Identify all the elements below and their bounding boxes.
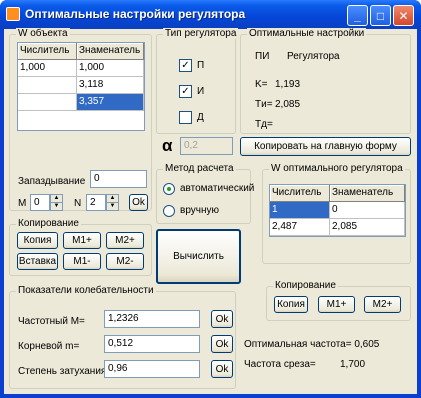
cutoff-frequency-value: 1,700 bbox=[340, 359, 366, 370]
copy-button-2[interactable]: Копия bbox=[274, 296, 308, 313]
copy-group-2-label: Копирование bbox=[273, 280, 338, 291]
app-icon bbox=[6, 7, 20, 21]
i-checkbox[interactable]: ✓ bbox=[179, 85, 192, 98]
copy-group-label: Копирование bbox=[16, 218, 81, 229]
pi-label: ПИ bbox=[255, 51, 270, 62]
grid-cell[interactable]: 3,118 bbox=[77, 77, 144, 94]
main-window: Оптимальные настройки регулятора _ □ ✕ W… bbox=[0, 0, 421, 398]
window-title: Оптимальные настройки регулятора bbox=[25, 7, 246, 21]
damping-ok-button[interactable]: Ok bbox=[211, 360, 233, 378]
manual-radio[interactable] bbox=[163, 205, 175, 217]
method-group: Метод расчета автоматический вручную bbox=[156, 163, 254, 224]
optimal-settings-group: Оптимальные настройки ПИ Регулятора K= 1… bbox=[240, 28, 411, 134]
k-label: K= bbox=[255, 79, 268, 90]
w-object-label: W объекта bbox=[16, 28, 70, 39]
spin-down-icon[interactable]: ▼ bbox=[51, 203, 62, 211]
grid-header-numerator: Числитель bbox=[270, 185, 330, 202]
i-label: И bbox=[197, 86, 205, 97]
grid-cell[interactable]: 2,085 bbox=[330, 219, 405, 236]
k-value: 1,193 bbox=[275, 79, 301, 90]
cutoff-frequency-label: Частота среза= bbox=[244, 359, 316, 370]
copy-to-main-button[interactable]: Копировать на главную форму bbox=[240, 137, 411, 156]
ti-value: 2,085 bbox=[275, 99, 301, 110]
delay-ok-button[interactable]: Ok bbox=[129, 194, 148, 211]
root-label: Корневой m= bbox=[18, 341, 80, 352]
n-label: N bbox=[74, 198, 82, 209]
m-label: M bbox=[18, 198, 27, 209]
optimal-frequency-text: Оптимальная частота= 0,605 bbox=[244, 339, 380, 350]
w-object-grid[interactable]: Числитель Знаменатель 1,000 1,000 3,118 … bbox=[17, 42, 145, 131]
p-label: П bbox=[197, 60, 205, 71]
grid-cell-selected[interactable]: 3,357 bbox=[77, 94, 144, 111]
p-checkbox[interactable]: ✓ bbox=[179, 59, 192, 72]
freq-label: Частотный M= bbox=[18, 316, 85, 327]
freq-ok-button[interactable]: Ok bbox=[211, 310, 233, 328]
auto-radio[interactable] bbox=[163, 183, 175, 195]
method-label: Метод расчета bbox=[163, 163, 236, 174]
grid-cell[interactable]: 0 bbox=[330, 202, 405, 219]
grid-cell[interactable]: 2,487 bbox=[270, 219, 330, 236]
grid-header-denominator: Знаменатель bbox=[330, 185, 405, 202]
grid-cell[interactable] bbox=[18, 94, 77, 111]
client-area: W объекта Числитель Знаменатель 1,000 1,… bbox=[4, 28, 417, 394]
grid-cell[interactable]: 1,000 bbox=[77, 60, 144, 77]
d-label: Д bbox=[197, 112, 204, 123]
oscillation-label: Показатели колебательности bbox=[16, 285, 156, 296]
m2-minus-button[interactable]: M2- bbox=[106, 253, 144, 270]
delay-label: Запаздывание bbox=[18, 176, 86, 187]
minimize-button[interactable]: _ bbox=[347, 5, 368, 26]
ti-label: Tи= bbox=[255, 99, 273, 110]
m1-minus-button[interactable]: M1- bbox=[63, 253, 101, 270]
root-input[interactable]: 0,512 bbox=[104, 335, 200, 353]
m1-plus-button[interactable]: M1+ bbox=[63, 232, 101, 249]
paste-button[interactable]: Вставка bbox=[17, 253, 58, 270]
m-spinner[interactable]: ▲ ▼ bbox=[50, 194, 63, 211]
spin-up-icon[interactable]: ▲ bbox=[107, 195, 118, 203]
damping-input[interactable]: 0,96 bbox=[104, 360, 200, 378]
m1-plus-button-2[interactable]: M1+ bbox=[318, 296, 355, 313]
td-label: Tд= bbox=[255, 119, 273, 130]
grid-header-numerator: Числитель bbox=[18, 43, 77, 60]
w-object-group: W объекта Числитель Знаменатель 1,000 1,… bbox=[9, 28, 152, 211]
alpha-input[interactable]: 0,2 bbox=[180, 137, 233, 155]
regulator-label: Регулятора bbox=[287, 51, 340, 62]
delay-input[interactable]: 0 bbox=[90, 170, 147, 188]
copy-group-2: Копирование Копия M1+ M2+ bbox=[266, 280, 411, 321]
manual-label[interactable]: вручную bbox=[180, 205, 219, 216]
m-input[interactable]: 0 bbox=[30, 194, 50, 211]
w-optimal-grid[interactable]: Числитель Знаменатель 1 0 2,487 2,085 bbox=[269, 184, 406, 237]
maximize-button[interactable]: □ bbox=[370, 5, 391, 26]
title-bar[interactable]: Оптимальные настройки регулятора _ □ ✕ bbox=[0, 0, 421, 29]
w-optimal-group: W оптимального регулятора Числитель Знам… bbox=[262, 163, 411, 264]
grid-cell[interactable]: 1,000 bbox=[18, 60, 77, 77]
grid-header-denominator: Знаменатель bbox=[77, 43, 144, 60]
alpha-symbol: α bbox=[162, 136, 173, 155]
regulator-type-group: Тип регулятора ✓ П ✓ И Д bbox=[156, 28, 239, 134]
calculate-button[interactable]: Вычислить bbox=[156, 229, 241, 284]
n-input[interactable]: 2 bbox=[86, 194, 106, 211]
auto-label[interactable]: автоматический bbox=[180, 183, 254, 194]
m2-plus-button[interactable]: M2+ bbox=[106, 232, 144, 249]
grid-cell[interactable] bbox=[18, 77, 77, 94]
close-button[interactable]: ✕ bbox=[393, 5, 414, 26]
oscillation-group: Показатели колебательности Частотный M= … bbox=[9, 285, 236, 389]
regulator-type-label: Тип регулятора bbox=[163, 28, 239, 39]
grid-cell-selected[interactable]: 1 bbox=[270, 202, 330, 219]
optimal-settings-label: Оптимальные настройки bbox=[247, 28, 367, 39]
radio-selected-dot bbox=[167, 187, 171, 191]
w-optimal-label: W оптимального регулятора bbox=[269, 163, 405, 174]
freq-input[interactable]: 1,2326 bbox=[104, 310, 200, 328]
copy-group: Копирование Копия M1+ M2+ Вставка M1- M2… bbox=[9, 218, 152, 276]
spin-down-icon[interactable]: ▼ bbox=[107, 203, 118, 211]
spin-up-icon[interactable]: ▲ bbox=[51, 195, 62, 203]
d-checkbox[interactable] bbox=[179, 111, 192, 124]
m2-plus-button-2[interactable]: M2+ bbox=[364, 296, 401, 313]
n-spinner[interactable]: ▲ ▼ bbox=[106, 194, 119, 211]
root-ok-button[interactable]: Ok bbox=[211, 335, 233, 353]
damping-label: Степень затухания bbox=[18, 366, 107, 377]
copy-button[interactable]: Копия bbox=[17, 232, 58, 249]
